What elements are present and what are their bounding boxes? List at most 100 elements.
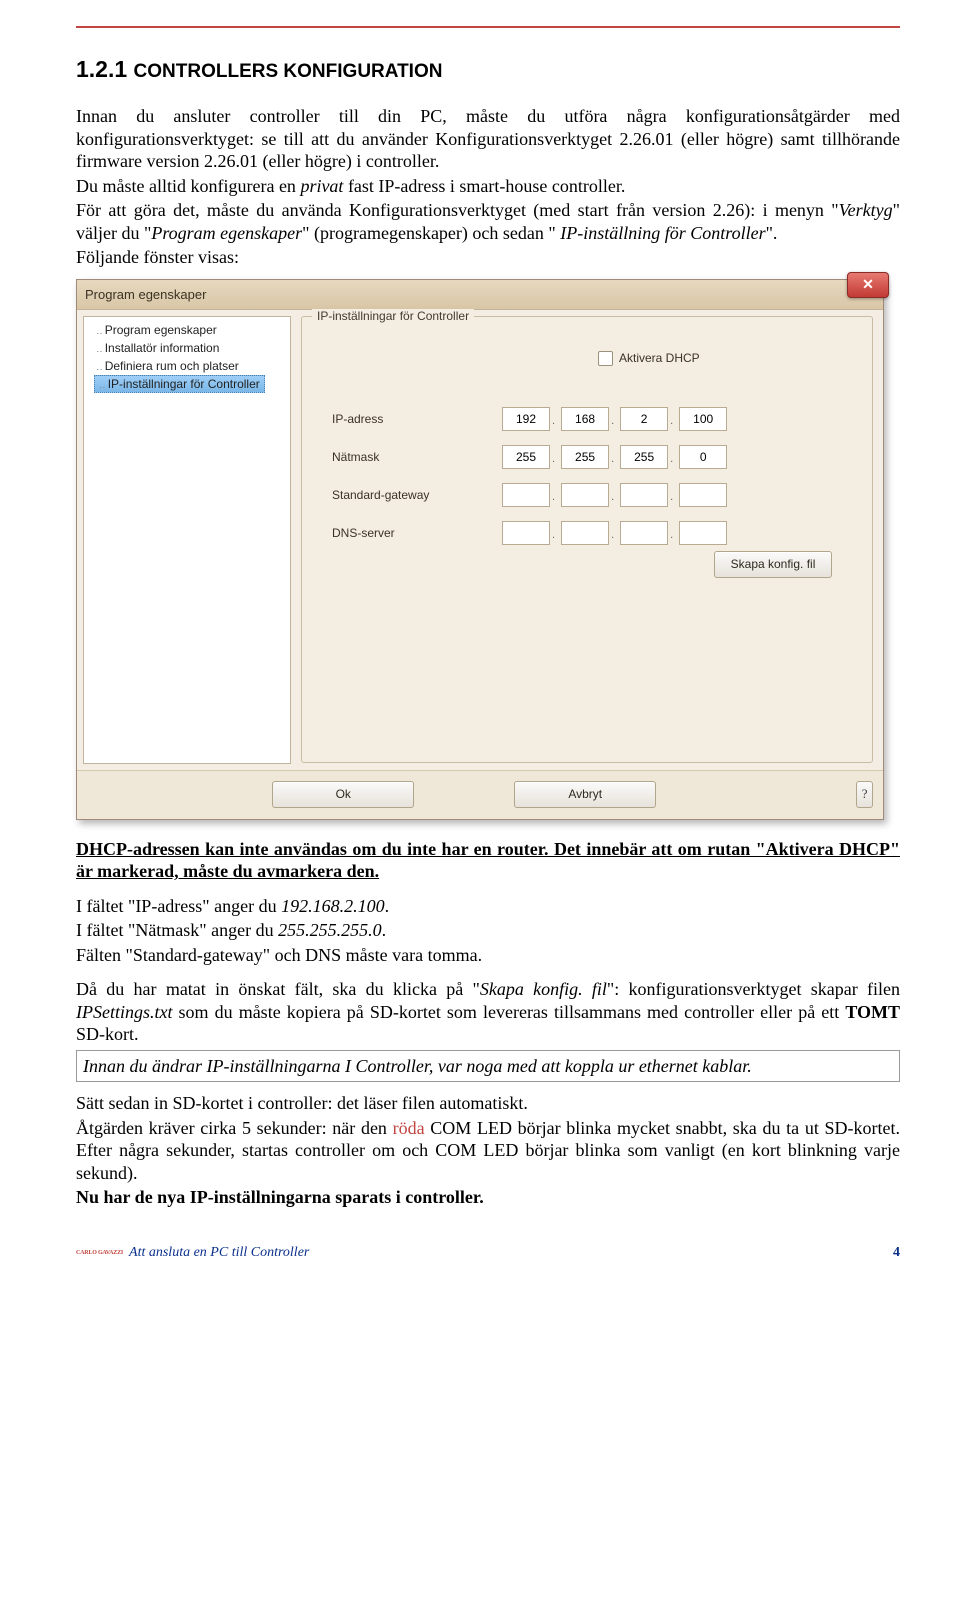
dialog-titlebar: Program egenskaper ✕ xyxy=(77,280,883,310)
dialog-buttonbar: Ok Avbryt ? xyxy=(77,770,883,819)
document-page: 1.2.1 CONTROLLERS KONFIGURATION Innan du… xyxy=(0,0,960,1301)
ip-octet[interactable] xyxy=(620,521,668,545)
t: " (programegenskaper) och sedan " xyxy=(302,223,560,243)
ip-octet[interactable]: 255 xyxy=(561,445,609,469)
close-icon[interactable]: ✕ xyxy=(847,272,889,298)
dot-icon: . xyxy=(670,453,673,477)
dialog-tree: Program egenskaper Installatör informati… xyxy=(83,316,291,764)
dot-icon: . xyxy=(611,529,614,553)
dialog-main: IP-inställningar för Controller Aktivera… xyxy=(297,310,883,770)
footer-left: CARLO GAVAZZI Att ansluta en PC till Con… xyxy=(76,1245,309,1261)
t: Skapa konfig. fil xyxy=(480,979,607,999)
t: . xyxy=(385,896,390,916)
t: ". xyxy=(766,223,778,243)
cancel-button[interactable]: Avbryt xyxy=(514,781,656,808)
t: TOMT xyxy=(845,1002,900,1022)
field-mask-line: I fältet "Nätmask" anger du 255.255.255.… xyxy=(76,919,900,942)
field-ip-line: I fältet "IP-adress" anger du 192.168.2.… xyxy=(76,895,900,918)
dhcp-checkbox-row[interactable]: Aktivera DHCP xyxy=(598,351,700,366)
dns-input-group: . . . xyxy=(502,521,735,545)
ip-octet[interactable]: 2 xyxy=(620,407,668,431)
t: . xyxy=(382,920,387,940)
warning-text: Innan du ändrar IP-inställningarna I Con… xyxy=(83,1055,893,1078)
ip-input-group: 192. 168. 2. 100 xyxy=(502,407,735,431)
help-button[interactable]: ? xyxy=(856,781,873,808)
heading-text: CONTROLLERS KONFIGURATION xyxy=(134,61,443,82)
t: fast IP-adress i smart-house controller. xyxy=(343,176,625,196)
dot-icon: . xyxy=(670,491,673,515)
sd-line-2: Åtgärden kräver cirka 5 sekunder: när de… xyxy=(76,1117,900,1185)
dialog-window: Program egenskaper ✕ Program egenskaper … xyxy=(76,279,884,820)
row-gateway: Standard-gateway . . . xyxy=(332,483,842,507)
warning-box: Innan du ändrar IP-inställningarna I Con… xyxy=(76,1050,900,1083)
dns-label: DNS-server xyxy=(332,526,502,540)
heading-number: 1.2.1 xyxy=(76,56,134,82)
t: Du måste alltid konfigurera en xyxy=(76,176,300,196)
ip-octet[interactable]: 100 xyxy=(679,407,727,431)
t: I fältet "Nätmask" anger du xyxy=(76,920,278,940)
gw-label: Standard-gateway xyxy=(332,488,502,502)
ip-octet[interactable] xyxy=(679,521,727,545)
mask-label: Nätmask xyxy=(332,450,502,464)
checkbox-icon[interactable] xyxy=(598,351,613,366)
t: Program egenskaper xyxy=(151,223,302,243)
t: som du måste kopiera på SD-kortet som le… xyxy=(172,1002,845,1022)
ip-label: IP-adress xyxy=(332,412,502,426)
fields-empty-line: Fälten "Standard-gateway" och DNS måste … xyxy=(76,944,900,967)
t: ": konfigurationsverktyget skapar filen xyxy=(607,979,900,999)
t: För att göra det, måste du använda Konfi… xyxy=(76,200,839,220)
t: IP-inställning för Controller xyxy=(560,223,765,243)
dot-icon: . xyxy=(611,415,614,439)
page-number: 4 xyxy=(893,1245,900,1261)
tree-item[interactable]: Program egenskaper xyxy=(86,321,288,339)
t: 192.168.2.100 xyxy=(281,896,385,916)
mask-input-group: 255. 255. 255. 0 xyxy=(502,445,735,469)
ip-octet[interactable] xyxy=(561,483,609,507)
ip-form: IP-adress 192. 168. 2. 100 Nätmask xyxy=(332,407,842,559)
sd-line-1: Sätt sedan in SD-kortet i controller: de… xyxy=(76,1092,900,1115)
ok-button[interactable]: Ok xyxy=(272,781,414,808)
tree-item-selected[interactable]: IP-inställningar för Controller xyxy=(94,375,265,393)
intro-paragraph-3: För att göra det, måste du använda Konfi… xyxy=(76,199,900,244)
ip-octet[interactable]: 255 xyxy=(620,445,668,469)
dot-icon: . xyxy=(552,453,555,477)
dot-icon: . xyxy=(552,491,555,515)
dot-icon: . xyxy=(552,415,555,439)
dot-icon: . xyxy=(670,529,673,553)
section-heading: 1.2.1 CONTROLLERS KONFIGURATION xyxy=(76,56,900,83)
ip-octet[interactable] xyxy=(561,521,609,545)
groupbox-legend: IP-inställningar för Controller xyxy=(312,309,474,323)
page-footer: CARLO GAVAZZI Att ansluta en PC till Con… xyxy=(76,1245,900,1261)
tree-item[interactable]: Definiera rum och platser xyxy=(86,357,288,375)
sd-line-3: Nu har de nya IP-inställningarna sparats… xyxy=(76,1186,900,1209)
intro-paragraph-4: Följande fönster visas: xyxy=(76,246,900,269)
ip-octet[interactable] xyxy=(502,483,550,507)
dhcp-label: Aktivera DHCP xyxy=(619,351,700,365)
dot-icon: . xyxy=(611,491,614,515)
t: 255.255.255.0 xyxy=(278,920,382,940)
ip-octet[interactable]: 255 xyxy=(502,445,550,469)
create-file-paragraph: Då du har matat in önskat fält, ska du k… xyxy=(76,978,900,1046)
ip-octet[interactable]: 0 xyxy=(679,445,727,469)
t: privat xyxy=(300,176,343,196)
ip-octet[interactable] xyxy=(502,521,550,545)
t: Verktyg xyxy=(839,200,893,220)
t: röda xyxy=(393,1118,425,1138)
footer-title: Att ansluta en PC till Controller xyxy=(129,1245,309,1261)
ip-octet[interactable]: 168 xyxy=(561,407,609,431)
dialog-title: Program egenskaper xyxy=(85,287,206,302)
groupbox: IP-inställningar för Controller Aktivera… xyxy=(301,316,873,763)
dot-icon: . xyxy=(611,453,614,477)
ip-octet[interactable]: 192 xyxy=(502,407,550,431)
dot-icon: . xyxy=(670,415,673,439)
tree-item[interactable]: Installatör information xyxy=(86,339,288,357)
ip-octet[interactable] xyxy=(679,483,727,507)
t: Åtgärden kräver cirka 5 sekunder: när de… xyxy=(76,1118,393,1138)
intro-paragraph-1: Innan du ansluter controller till din PC… xyxy=(76,105,900,173)
row-dns: DNS-server . . . xyxy=(332,521,842,545)
dialog-screenshot: Program egenskaper ✕ Program egenskaper … xyxy=(76,279,900,820)
t: I fältet "IP-adress" anger du xyxy=(76,896,281,916)
create-config-button[interactable]: Skapa konfig. fil xyxy=(714,551,832,578)
ip-octet[interactable] xyxy=(620,483,668,507)
create-config-wrap: Skapa konfig. fil xyxy=(714,551,832,578)
